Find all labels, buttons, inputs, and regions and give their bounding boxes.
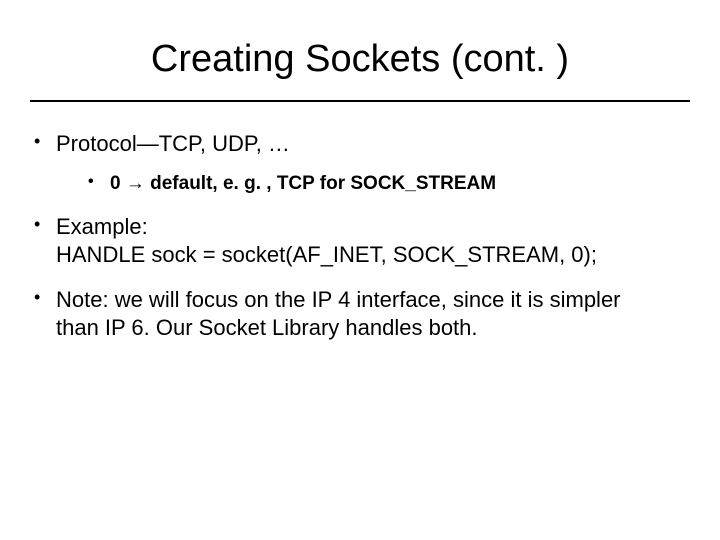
arrow-icon: → [126, 173, 145, 194]
bullet-example: Example: HANDLE sock = socket(AF_INET, S… [34, 213, 686, 268]
title-underline [30, 100, 690, 102]
bullet-protocol-text: Protocol—TCP, UDP, … [56, 131, 290, 156]
slide-body: Protocol—TCP, UDP, … 0 → default, e. g. … [34, 130, 686, 359]
slide-title: Creating Sockets (cont. ) [0, 38, 720, 81]
slide: Creating Sockets (cont. ) Protocol—TCP, … [0, 0, 720, 540]
bullet-example-l1: Example: [56, 214, 148, 239]
bullet-note: Note: we will focus on the IP 4 interfac… [34, 286, 686, 341]
bullet-note-l2: than IP 6. Our Socket Library handles bo… [56, 315, 478, 340]
bullet-note-l1: Note: we will focus on the IP 4 interfac… [56, 287, 621, 312]
subbullet-default-post: default, e. g. , TCP for SOCK_STREAM [145, 173, 496, 194]
subbullet-default: 0 → default, e. g. , TCP for SOCK_STREAM [88, 172, 686, 196]
bullet-protocol: Protocol—TCP, UDP, … 0 → default, e. g. … [34, 130, 686, 195]
subbullet-default-pre: 0 [110, 173, 126, 194]
bullet-example-l2: HANDLE sock = socket(AF_INET, SOCK_STREA… [56, 242, 597, 267]
